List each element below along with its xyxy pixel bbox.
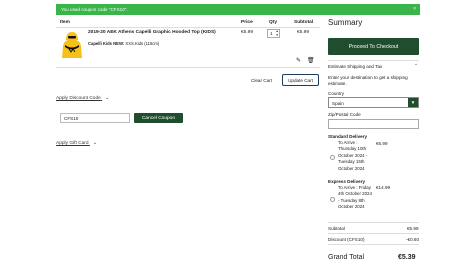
delivery-line: October 2024 <box>338 204 365 210</box>
product-attribute: Capelli Kids NEW: XXS.Kids (116cm) <box>88 41 159 46</box>
quantity-spinner-icon[interactable]: ▴ ▾ <box>276 29 278 37</box>
country-select[interactable]: Spain ▼ <box>328 97 419 108</box>
express-delivery-radio[interactable] <box>330 197 335 202</box>
grand-total-label: Grand Total <box>328 254 365 261</box>
standard-delivery-price: €6.99 <box>376 141 388 146</box>
discount-label: Discount (CFS10) <box>328 237 365 242</box>
product-image[interactable] <box>56 28 88 60</box>
summary-title: Summary <box>328 18 363 27</box>
express-delivery-dates: To Arrive : Friday 4th October 2024 - Tu… <box>338 185 372 211</box>
delivery-line: October 2024 <box>338 165 365 171</box>
success-message-text: You used coupon code "CFS10". <box>61 7 128 12</box>
discount-code-input[interactable]: CFS10 <box>60 113 130 123</box>
delivery-line: 4th October 2024 <box>338 191 372 197</box>
header-divider <box>56 27 320 28</box>
cancel-coupon-button[interactable]: Cancel Coupon <box>134 113 183 123</box>
giftcard-toggle-label: Apply Gift Card <box>56 141 89 146</box>
pencil-icon[interactable]: ✎ <box>296 57 301 64</box>
postcode-label: Zip/Postal Code <box>328 112 361 117</box>
express-delivery-title: Express Delivery <box>328 179 366 184</box>
summary-divider <box>328 233 419 234</box>
header-subtotal: Subtotal <box>294 20 314 25</box>
update-cart-button[interactable]: Update Cart <box>282 74 319 86</box>
subtotal-label: Subtotal <box>328 226 345 231</box>
estimate-note: Enter your destination to get a shipping… <box>328 75 408 87</box>
attribute-value: XXS.Kids (116cm) <box>125 41 160 46</box>
success-message: You used coupon code "CFS10". × <box>56 4 420 15</box>
chevron-up-icon: ⌃ <box>414 63 418 68</box>
discount-toggle[interactable]: Apply Discount Code ⌄ <box>56 96 109 101</box>
country-label: Country <box>328 91 345 96</box>
header-item: Item <box>60 20 70 25</box>
grand-total-value: €5.39 <box>398 254 416 261</box>
summary-divider <box>328 60 419 61</box>
clear-cart-button[interactable]: Clear Cart <box>251 78 272 83</box>
chevron-down-icon: ⌄ <box>92 141 97 146</box>
quantity-input[interactable]: 1 ▴ ▾ <box>267 29 280 38</box>
proceed-to-checkout-button[interactable]: Proceed To Checkout <box>328 38 419 55</box>
discount-code-value: CFS10 <box>64 116 79 121</box>
summary-divider <box>328 244 419 245</box>
header-qty: Qty <box>269 20 277 25</box>
estimate-shipping-title: Estimate Shipping and Tax <box>328 64 383 69</box>
giftcard-toggle[interactable]: Apply Gift Card ⌄ <box>56 141 97 146</box>
standard-delivery-title: Standard Delivery <box>328 134 368 139</box>
header-price: Price <box>241 20 253 25</box>
standard-delivery-radio[interactable] <box>330 155 335 160</box>
discount-toggle-label: Apply Discount Code <box>56 96 101 101</box>
standard-delivery-dates: To Arrive : Thursday 10th October 2024 -… <box>338 140 367 172</box>
row-divider <box>56 67 320 68</box>
postcode-input[interactable] <box>328 119 419 129</box>
product-name[interactable]: 2019-20 AEK Athens Capelli Graphic Hoode… <box>88 30 216 35</box>
subtotal-value: €5.99 <box>407 226 419 231</box>
estimate-shipping-toggle[interactable]: Estimate Shipping and Tax ⌃ <box>328 63 419 69</box>
discount-value: -€0.60 <box>406 237 420 242</box>
attribute-label: Capelli Kids NEW: <box>88 41 125 46</box>
trash-icon[interactable]: 🗑 <box>307 57 315 64</box>
estimate-note-line: estimate. <box>328 81 347 86</box>
close-icon[interactable]: × <box>413 6 416 12</box>
quantity-value: 1 <box>270 31 273 36</box>
country-value: Spain <box>332 101 344 106</box>
product-subtotal: €5.99 <box>297 30 310 35</box>
caret-down-icon: ▼ <box>408 98 418 107</box>
express-delivery-price: €14.99 <box>376 185 391 190</box>
delivery-line: Thursday 10th <box>338 146 367 152</box>
chevron-down-icon: ⌄ <box>105 96 110 101</box>
delivery-line: Tuesday 15th <box>338 159 365 165</box>
product-price: €5.99 <box>241 30 254 35</box>
summary-divider <box>328 222 419 223</box>
